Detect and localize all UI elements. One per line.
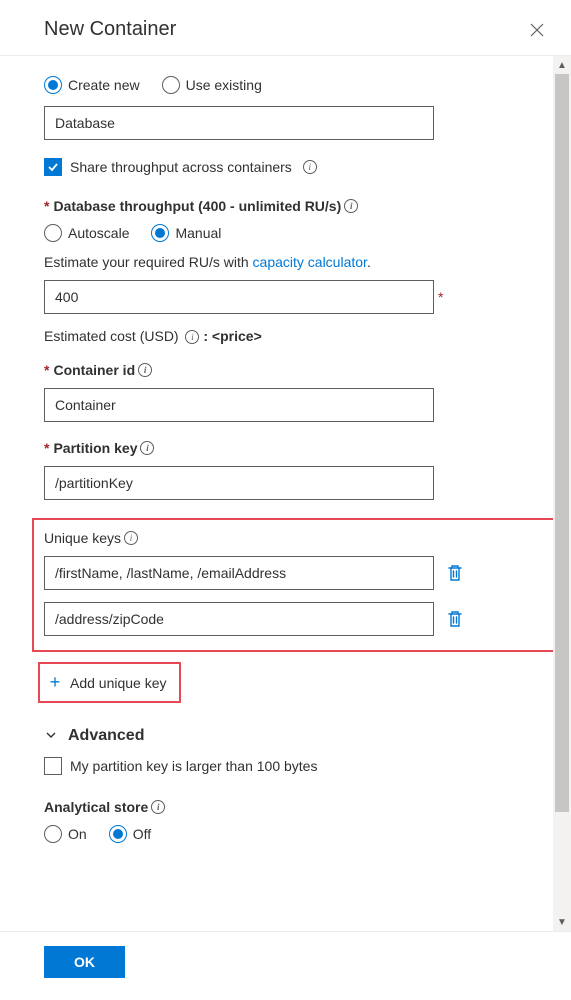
share-throughput-label: Share throughput across containers [70, 159, 292, 175]
radio-icon [44, 76, 62, 94]
database-mode-radiogroup: Create new Use existing [44, 76, 527, 94]
cost-line: Estimated cost (USD) i : <price> [44, 328, 527, 344]
container-id-input[interactable] [44, 388, 434, 422]
larger-partition-label: My partition key is larger than 100 byte… [70, 758, 317, 774]
analytical-label: Analytical store [44, 799, 148, 815]
close-icon [530, 23, 544, 37]
partition-key-label: Partition key [53, 440, 137, 456]
estimate-line: Estimate your required RU/s with capacit… [44, 254, 527, 270]
scroll-thumb[interactable] [555, 74, 569, 812]
larger-partition-row: My partition key is larger than 100 byte… [44, 757, 527, 775]
advanced-label: Advanced [68, 727, 144, 745]
info-icon[interactable]: i [185, 330, 199, 344]
add-unique-key-label: Add unique key [70, 675, 167, 691]
unique-key-input[interactable] [44, 556, 434, 590]
chevron-down-icon [44, 728, 58, 745]
unique-key-row [44, 602, 545, 636]
form-content: Create new Use existing Share throughput… [0, 56, 571, 931]
add-unique-key-button[interactable]: + Add unique key [42, 668, 171, 697]
autoscale-radio[interactable]: Autoscale [44, 224, 129, 242]
panel-header: New Container [0, 0, 571, 56]
unique-keys-highlight-box: Unique keys i [32, 518, 557, 652]
unique-key-input[interactable] [44, 602, 434, 636]
required-marker: * [438, 289, 443, 305]
scroll-track[interactable] [553, 74, 571, 913]
delete-unique-key-button[interactable] [444, 610, 466, 628]
analytical-off-radio[interactable]: Off [109, 825, 151, 843]
advanced-toggle[interactable]: Advanced [44, 727, 527, 745]
throughput-label-row: * Database throughput (400 - unlimited R… [44, 198, 527, 214]
cost-value: : <price> [203, 328, 261, 344]
analytical-on-radio[interactable]: On [44, 825, 87, 843]
estimate-suffix: . [367, 254, 371, 270]
capacity-calculator-link[interactable]: capacity calculator [253, 254, 367, 270]
container-id-label: Container id [53, 362, 135, 378]
radio-icon [162, 76, 180, 94]
radio-icon [44, 224, 62, 242]
ok-button[interactable]: OK [44, 946, 125, 978]
container-id-label-row: * Container id i [44, 362, 527, 378]
analytical-label-row: Analytical store i [44, 799, 527, 815]
estimate-prefix: Estimate your required RU/s with [44, 254, 253, 270]
required-marker: * [44, 440, 49, 456]
add-unique-key-highlight-box: + Add unique key [38, 662, 181, 703]
throughput-label: Database throughput (400 - unlimited RU/… [53, 198, 341, 214]
trash-icon [447, 564, 463, 582]
autoscale-label: Autoscale [68, 225, 129, 241]
manual-label: Manual [175, 225, 221, 241]
info-icon[interactable]: i [151, 800, 165, 814]
share-throughput-row: Share throughput across containers i [44, 158, 527, 176]
info-icon[interactable]: i [140, 441, 154, 455]
throughput-input[interactable] [44, 280, 434, 314]
checkmark-icon [47, 161, 59, 173]
scroll-up-button[interactable]: ▲ [553, 56, 571, 74]
required-marker: * [44, 362, 49, 378]
required-marker: * [44, 198, 49, 214]
partition-key-input[interactable] [44, 466, 434, 500]
database-name-input[interactable] [44, 106, 434, 140]
larger-partition-checkbox[interactable] [44, 757, 62, 775]
unique-keys-label-row: Unique keys i [44, 530, 545, 546]
share-throughput-checkbox[interactable] [44, 158, 62, 176]
panel-title: New Container [44, 18, 176, 41]
unique-keys-label: Unique keys [44, 530, 121, 546]
info-icon[interactable]: i [138, 363, 152, 377]
create-new-radio[interactable]: Create new [44, 76, 140, 94]
radio-icon [109, 825, 127, 843]
radio-icon [151, 224, 169, 242]
info-icon[interactable]: i [344, 199, 358, 213]
analytical-on-label: On [68, 826, 87, 842]
info-icon[interactable]: i [124, 531, 138, 545]
panel-footer: OK [0, 931, 571, 1000]
info-icon[interactable]: i [303, 160, 317, 174]
manual-radio[interactable]: Manual [151, 224, 221, 242]
delete-unique-key-button[interactable] [444, 564, 466, 582]
analytical-off-label: Off [133, 826, 151, 842]
use-existing-label: Use existing [186, 77, 262, 93]
plus-icon: + [46, 672, 64, 693]
close-button[interactable] [527, 20, 547, 40]
partition-key-label-row: * Partition key i [44, 440, 527, 456]
scrollbar[interactable]: ▲ ▼ [553, 56, 571, 931]
trash-icon [447, 610, 463, 628]
cost-prefix: Estimated cost (USD) [44, 328, 182, 344]
create-new-label: Create new [68, 77, 140, 93]
use-existing-radio[interactable]: Use existing [162, 76, 262, 94]
scroll-down-button[interactable]: ▼ [553, 913, 571, 931]
radio-icon [44, 825, 62, 843]
unique-key-row [44, 556, 545, 590]
